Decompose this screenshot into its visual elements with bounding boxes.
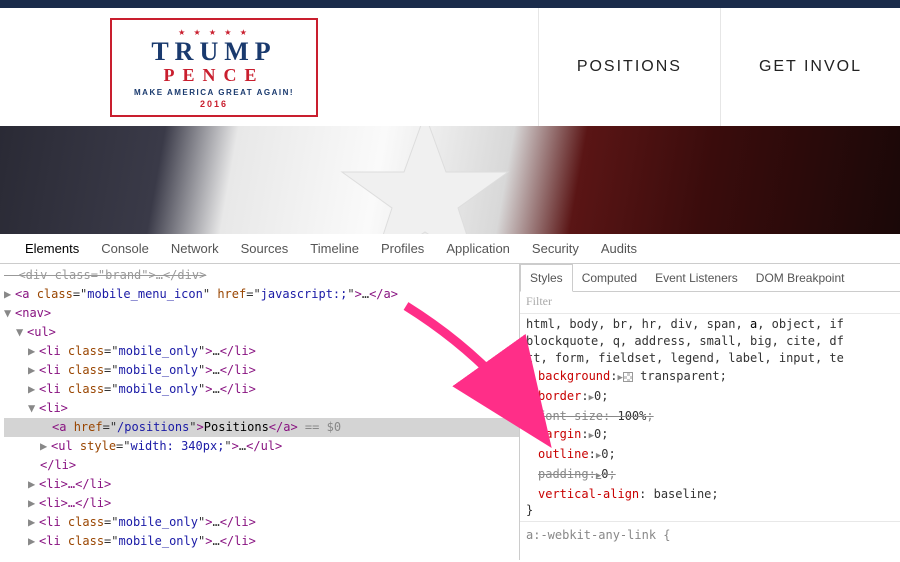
- css-prop-overridden[interactable]: padding:▶0;: [538, 465, 894, 485]
- dom-node[interactable]: ▼<ul>: [4, 323, 519, 342]
- styles-pane: Styles Computed Event Listeners DOM Brea…: [520, 264, 900, 560]
- styles-tabs: Styles Computed Event Listeners DOM Brea…: [520, 264, 900, 292]
- hero-banner: [0, 126, 900, 234]
- dom-node[interactable]: ▶<li class="mobile_only">…</li>: [4, 532, 519, 551]
- dom-node[interactable]: ▶<li>…</li>: [4, 475, 519, 494]
- dom-node[interactable]: ▼<li>: [4, 399, 519, 418]
- nav-positions[interactable]: POSITIONS: [538, 8, 720, 126]
- css-prop[interactable]: background:▶ transparent;: [538, 367, 894, 387]
- dom-node[interactable]: ▶<li class="mobile_only">…</li>: [4, 342, 519, 361]
- css-prop[interactable]: vertical-align: baseline;: [538, 485, 894, 503]
- css-prop[interactable]: border:▶0;: [538, 387, 894, 407]
- styles-tab-dom-bp[interactable]: DOM Breakpoint: [747, 264, 854, 292]
- flag-star-icon: [330, 126, 520, 234]
- styles-tab-listeners[interactable]: Event Listeners: [646, 264, 747, 292]
- dom-node[interactable]: ▼<nav>: [4, 304, 519, 323]
- css-prop[interactable]: outline:▶0;: [538, 445, 894, 465]
- styles-filter[interactable]: Filter: [520, 292, 900, 314]
- elements-tree[interactable]: <div class="brand">…</div> ▶<a class="mo…: [0, 264, 520, 560]
- tab-console[interactable]: Console: [90, 234, 160, 264]
- css-close-brace: }: [520, 503, 900, 517]
- tab-network[interactable]: Network: [160, 234, 230, 264]
- nav-links: POSITIONS GET INVOL: [538, 8, 900, 126]
- tab-profiles[interactable]: Profiles: [370, 234, 435, 264]
- campaign-logo[interactable]: ★ ★ ★ ★ ★ TRUMP PENCE MAKE AMERICA GREAT…: [110, 18, 318, 117]
- css-selector[interactable]: html, body, br, hr, div, span, a, object…: [520, 314, 900, 367]
- dom-node[interactable]: ▶<li class="mobile_only">…</li>: [4, 513, 519, 532]
- css-props: background:▶ transparent; border:▶0; fon…: [520, 367, 900, 503]
- styles-tab-styles[interactable]: Styles: [520, 264, 573, 292]
- logo-sub-text: PENCE: [134, 65, 294, 86]
- tab-sources[interactable]: Sources: [230, 234, 300, 264]
- tab-security[interactable]: Security: [521, 234, 590, 264]
- devtools-body: <div class="brand">…</div> ▶<a class="mo…: [0, 264, 900, 560]
- styles-tab-computed[interactable]: Computed: [573, 264, 646, 292]
- devtools-tabs: Elements Console Network Sources Timelin…: [0, 234, 900, 264]
- logo-main-text: TRUMP: [134, 37, 294, 67]
- dom-node[interactable]: ▶<li class="mobile_only">…</li>: [4, 380, 519, 399]
- page-header: ★ ★ ★ ★ ★ TRUMP PENCE MAKE AMERICA GREAT…: [0, 8, 900, 126]
- tab-application[interactable]: Application: [435, 234, 521, 264]
- logo-slogan: MAKE AMERICA GREAT AGAIN!: [134, 88, 294, 97]
- dom-node[interactable]: </li>: [4, 456, 519, 475]
- css-selector-2[interactable]: a:-webkit-any-link {: [520, 521, 900, 542]
- tab-timeline[interactable]: Timeline: [299, 234, 370, 264]
- tab-elements[interactable]: Elements: [14, 234, 90, 264]
- nav-get-involved[interactable]: GET INVOL: [720, 8, 900, 126]
- dom-node[interactable]: ▶<a class="mobile_menu_icon" href="javas…: [4, 285, 519, 304]
- logo-stars: ★ ★ ★ ★ ★: [134, 28, 294, 37]
- dom-node[interactable]: ▶<li class="mobile_only">…</li>: [4, 361, 519, 380]
- dom-node-selected[interactable]: <a href="/positions">Positions</a> == $0: [4, 418, 519, 437]
- css-prop-overridden[interactable]: font-size: 100%;: [538, 407, 894, 425]
- tab-audits[interactable]: Audits: [590, 234, 648, 264]
- logo-year: 2016: [134, 99, 294, 109]
- dom-node[interactable]: <div class="brand">…</div>: [4, 266, 519, 285]
- dom-node[interactable]: ▶<ul style="width: 340px;">…</ul>: [4, 437, 519, 456]
- dom-node[interactable]: ▶<li>…</li>: [4, 494, 519, 513]
- css-prop[interactable]: margin:▶0;: [538, 425, 894, 445]
- top-stripe: [0, 0, 900, 8]
- swatch-icon: [623, 372, 633, 382]
- devtools-panel: Elements Console Network Sources Timelin…: [0, 234, 900, 560]
